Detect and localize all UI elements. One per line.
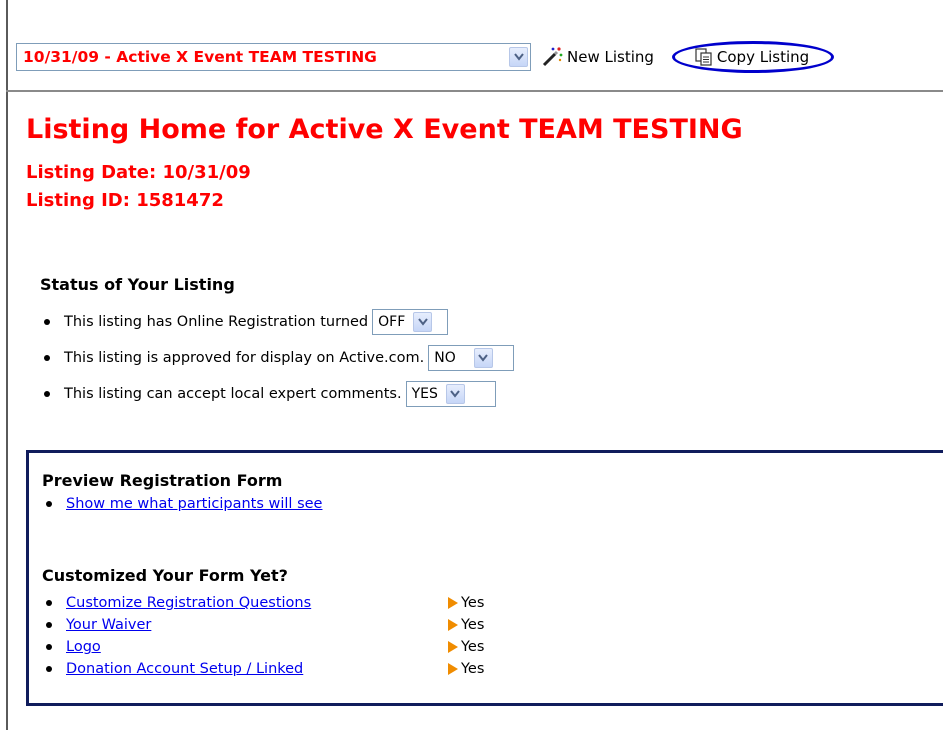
listing-date: Listing Date: 10/31/09 (26, 162, 251, 183)
bullet-icon (46, 501, 52, 507)
new-listing-label: New Listing (567, 48, 654, 66)
arrow-right-icon (448, 619, 458, 631)
status-item-approved-display: This listing is approved for display on … (40, 340, 515, 376)
arrow-right-icon (448, 663, 458, 675)
show-participants-view-link[interactable]: Show me what participants will see (66, 496, 322, 512)
status-item-text: This listing can accept local expert com… (64, 386, 402, 402)
status-yes: Yes (461, 595, 485, 611)
chevron-down-icon[interactable] (413, 312, 433, 332)
chevron-down-icon[interactable] (473, 348, 493, 368)
listing-id: Listing ID: 1581472 (26, 190, 224, 211)
new-listing-button[interactable]: New Listing (541, 46, 654, 68)
status-item-text: This listing is approved for display on … (64, 350, 425, 366)
copy-icon (695, 48, 712, 66)
customize-registration-questions-link[interactable]: Customize Registration Questions (66, 595, 311, 611)
online-registration-select[interactable]: OFF (372, 309, 449, 335)
customize-list: Customize Registration Questions Yes You… (42, 592, 484, 680)
select-value: NO (434, 350, 456, 366)
header-divider (6, 90, 943, 92)
bullet-icon (46, 622, 52, 628)
page-frame-left-border (6, 0, 8, 730)
arrow-right-icon (448, 597, 458, 609)
listing-selector-value: 10/31/09 - Active X Event TEAM TESTING (23, 48, 377, 66)
list-item: Show me what participants will see (42, 493, 322, 515)
list-item: Donation Account Setup / Linked Yes (42, 658, 484, 680)
status-yes: Yes (461, 661, 485, 677)
bullet-icon (46, 666, 52, 672)
select-value: OFF (378, 314, 406, 330)
listing-selector-dropdown[interactable]: 10/31/09 - Active X Event TEAM TESTING (16, 43, 531, 71)
customize-heading: Customized Your Form Yet? (42, 566, 288, 585)
bullet-icon (46, 600, 52, 606)
magic-wand-icon (542, 47, 563, 67)
status-list: This listing has Online Registration tur… (40, 304, 515, 412)
list-item: Logo Yes (42, 636, 484, 658)
list-item: Your Waiver Yes (42, 614, 484, 636)
bullet-icon (44, 319, 50, 325)
bullet-icon (44, 355, 50, 361)
copy-listing-button[interactable]: Copy Listing (671, 41, 835, 73)
status-yes: Yes (461, 617, 485, 633)
page-title: Listing Home for Active X Event TEAM TES… (26, 114, 743, 145)
listing-toolbar: 10/31/09 - Active X Event TEAM TESTING N… (16, 38, 835, 76)
status-item-text: This listing has Online Registration tur… (64, 314, 369, 330)
bullet-icon (44, 391, 50, 397)
status-heading: Status of Your Listing (40, 275, 235, 294)
copy-listing-label: Copy Listing (716, 48, 810, 66)
donation-account-setup-link[interactable]: Donation Account Setup / Linked (66, 661, 303, 677)
status-item-expert-comments: This listing can accept local expert com… (40, 376, 514, 412)
status-yes: Yes (461, 639, 485, 655)
registration-form-panel: Preview Registration Form Show me what p… (26, 450, 943, 706)
chevron-down-icon[interactable] (445, 384, 465, 404)
logo-link[interactable]: Logo (66, 639, 101, 655)
preview-heading: Preview Registration Form (42, 471, 283, 490)
your-waiver-link[interactable]: Your Waiver (66, 617, 151, 633)
expert-comments-select[interactable]: YES (405, 381, 496, 407)
list-item: Customize Registration Questions Yes (42, 592, 484, 614)
approved-display-select[interactable]: NO (428, 345, 515, 371)
status-item-online-registration: This listing has Online Registration tur… (40, 304, 514, 340)
select-value: YES (411, 386, 438, 402)
preview-list: Show me what participants will see (42, 493, 322, 515)
bullet-icon (46, 644, 52, 650)
chevron-down-icon[interactable] (509, 47, 528, 67)
arrow-right-icon (448, 641, 458, 653)
